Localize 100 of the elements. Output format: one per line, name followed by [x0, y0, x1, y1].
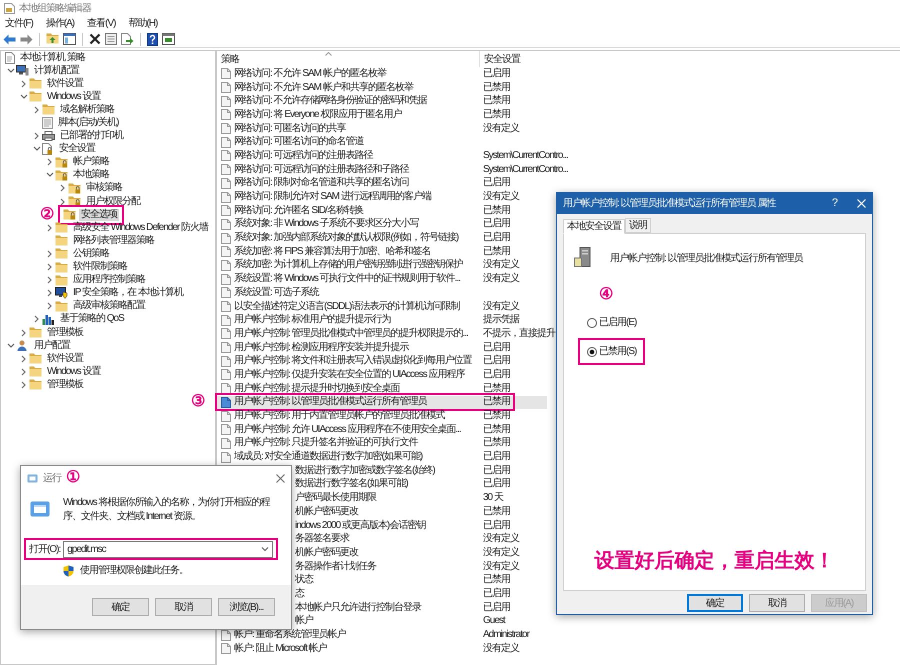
table-row[interactable]: 用户帐户控制: 允许 UIAccess 应用程序在不使用安全桌面... 已禁用: [217, 422, 547, 437]
help-icon[interactable]: [147, 32, 158, 46]
chevron-right-icon[interactable]: [20, 80, 26, 88]
column-header[interactable]: 安全设置: [484, 52, 520, 66]
open-combobox[interactable]: gpedit.msc: [63, 540, 273, 558]
table-row[interactable]: 网络访问: 将 Everyone 权限应用于匿名用户 已禁用: [217, 108, 547, 122]
chevron-down-icon[interactable]: [6, 68, 14, 74]
chevron-down-icon[interactable]: [32, 146, 40, 152]
table-row[interactable]: 用户帐户控制: 只提升签名并验证的可执行文件 已禁用: [217, 436, 547, 450]
chevron-right-icon[interactable]: [60, 198, 66, 206]
table-row[interactable]: 系统设置: 可选子系统: [217, 286, 547, 300]
table-row[interactable]: 用户帐户控制: 将文件和注册表写入错误虚拟化到每用户位置 已启用: [217, 354, 547, 368]
tree-item[interactable]: 脚本(启动/关机): [56, 117, 120, 130]
tree-item[interactable]: 用户配置: [32, 340, 72, 352]
tree-item[interactable]: 管理模板: [45, 326, 85, 339]
chevron-right-icon[interactable]: [46, 224, 52, 232]
table-row[interactable]: 网络访问: 不允许存储网络身份验证的密码和凭据 已禁用: [217, 94, 547, 108]
tree-item[interactable]: 高级安全 Windows Defender 防火墙: [71, 222, 210, 234]
tree-item[interactable]: 帐户策略: [71, 156, 111, 168]
help-button[interactable]: ?: [832, 195, 837, 212]
table-row[interactable]: 系统对象: 非 Windows 子系统不要求区分大小写 已启用: [217, 218, 547, 232]
chevron-right-icon[interactable]: [46, 276, 52, 284]
tree-item[interactable]: 安全设置: [57, 143, 97, 156]
chevron-right-icon[interactable]: [46, 289, 52, 298]
tree-item[interactable]: 计算机配置: [32, 64, 81, 77]
radio-button[interactable]: [587, 318, 597, 328]
chevron-right-icon[interactable]: [46, 302, 52, 310]
tree-item[interactable]: 网络列表管理器策略: [71, 234, 156, 247]
table-row[interactable]: 网络访问: 不允许 SAM 帐户和共享的匿名枚举 已禁用: [217, 80, 547, 94]
chevron-right-icon[interactable]: [20, 328, 26, 337]
table-row[interactable]: 以安全描述符定义语言(SDDL)语法表示的计算机访问限制 没有定义: [217, 300, 547, 314]
tree-item[interactable]: 应用程序控制策略: [71, 274, 147, 286]
chevron-right-icon[interactable]: [20, 354, 26, 363]
tree-item[interactable]: 审核策略: [84, 182, 124, 194]
chevron-down-icon[interactable]: [20, 94, 28, 100]
tab[interactable]: 说明: [625, 218, 651, 233]
table-row[interactable]: 帐户: 阻止 Microsoft 帐户 没有定义: [217, 642, 547, 656]
tree-item[interactable]: 基于策略的 QoS: [58, 313, 126, 326]
dialog-button[interactable]: 确定: [92, 598, 149, 616]
tree-item[interactable]: IP 安全策略，在 本地计算机: [71, 287, 185, 300]
tree-item[interactable]: 用户权限分配: [84, 196, 142, 208]
chevron-right-icon[interactable]: [46, 158, 52, 166]
tree-item[interactable]: Windows 设置: [45, 366, 102, 378]
table-row[interactable]: 系统对象: 加强内部系统对象的默认权限(例如，符号链接) 已启用: [217, 231, 547, 245]
close-icon[interactable]: [276, 474, 285, 482]
window-icon[interactable]: [162, 33, 175, 45]
radio-option[interactable]: 已禁用(S): [587, 344, 636, 359]
table-row[interactable]: 系统加密: 为计算机上存储的用户密钥强制进行强密钥保护 没有定义: [217, 258, 547, 272]
chevron-right-icon[interactable]: [20, 368, 26, 376]
tree-item[interactable]: 域名解析策略: [58, 104, 116, 116]
tree-item[interactable]: 管理模板: [45, 378, 85, 391]
dialog-button[interactable]: 确定: [687, 594, 743, 612]
tree-item[interactable]: 软件限制策略: [71, 261, 129, 274]
panel-icon[interactable]: [63, 33, 76, 45]
table-row[interactable]: 网络访问: 限制允许对 SAM 进行远程调用的客户端 没有定义: [217, 190, 547, 204]
menu-item[interactable]: 操作(A): [46, 16, 74, 31]
table-row[interactable]: 域成员: 对安全通道数据进行数字加密(如果可能) 已启用: [217, 450, 547, 464]
radio-option[interactable]: 已启用(E): [587, 315, 636, 330]
menu-item[interactable]: 查看(V): [87, 16, 116, 31]
chevron-down-icon[interactable]: [261, 546, 269, 552]
chevron-down-icon[interactable]: [46, 172, 54, 178]
table-row[interactable]: 网络访问: 允许匿名 SID/名称转换 已禁用: [217, 204, 547, 218]
table-row[interactable]: 用户帐户控制: 管理员批准模式中管理员的提升权限提示的... 不提示，直接提升: [217, 327, 555, 341]
table-row[interactable]: 网络访问: 可匿名访问的共享 没有定义: [217, 122, 547, 136]
table-row[interactable]: 网络访问: 可匿名访问的命名管道: [217, 135, 547, 150]
table-row[interactable]: 系统设置: 将 Windows 可执行文件中的证书规则用于软件... 没有定义: [217, 272, 547, 286]
tree-item[interactable]: 本地策略: [71, 169, 111, 182]
chevron-right-icon[interactable]: [34, 315, 40, 324]
tree-item[interactable]: Windows 设置: [45, 90, 102, 103]
table-row[interactable]: 网络访问: 限制对命名管道和共享的匿名访问 已启用: [217, 176, 547, 190]
export-icon[interactable]: [121, 33, 134, 45]
menu-item[interactable]: 帮助(H): [128, 16, 158, 31]
tab[interactable]: 本地安全设置: [563, 219, 625, 234]
tree-item[interactable]: 安全选项: [79, 208, 119, 221]
chevron-right-icon[interactable]: [20, 380, 26, 389]
table-row[interactable]: 用户帐户控制: 仅提升安装在安全位置的 UIAccess 应用程序 已启用: [217, 368, 547, 382]
column-header[interactable]: 策略: [221, 52, 239, 66]
tree-item[interactable]: 已部署的打印机: [58, 130, 125, 142]
dialog-button[interactable]: 浏览(B)...: [218, 598, 275, 616]
tree-item[interactable]: 高级审核策略配置: [71, 300, 147, 312]
table-row[interactable]: 用户帐户控制: 检测应用程序安装并提升提示 已启用: [217, 340, 547, 354]
radio-button[interactable]: [587, 346, 597, 356]
chevron-down-icon[interactable]: [6, 342, 14, 349]
tree-item[interactable]: 软件设置: [45, 78, 85, 90]
menu-item[interactable]: 文件(F): [5, 16, 33, 31]
table-row[interactable]: 网络访问: 可远程访问的注册表路径 System\CurrentContro...: [217, 149, 568, 163]
tree-item[interactable]: 本地计算机 策略: [18, 52, 87, 64]
chevron-right-icon[interactable]: [34, 132, 40, 140]
delete-icon[interactable]: [89, 33, 101, 45]
table-row[interactable]: 网络访问: 可远程访问的注册表路径和子路径 System\CurrentContro...: [217, 162, 568, 176]
tree-item[interactable]: 软件设置: [45, 352, 85, 365]
folder-up-icon[interactable]: [46, 33, 59, 45]
dialog-button[interactable]: 取消: [749, 594, 805, 612]
properties-icon[interactable]: [105, 33, 117, 45]
tree-item[interactable]: 公钥策略: [71, 248, 111, 260]
table-row[interactable]: 网络访问: 不允许 SAM 帐户的匿名枚举 已启用: [217, 67, 547, 81]
chevron-right-icon[interactable]: [34, 106, 40, 114]
table-row[interactable]: 用户帐户控制: 用于内置管理员帐户的管理员批准模式 已禁用: [217, 409, 547, 423]
table-row[interactable]: 用户帐户控制: 提示提升时切换到安全桌面 已禁用: [217, 382, 547, 396]
chevron-right-icon[interactable]: [46, 250, 52, 258]
